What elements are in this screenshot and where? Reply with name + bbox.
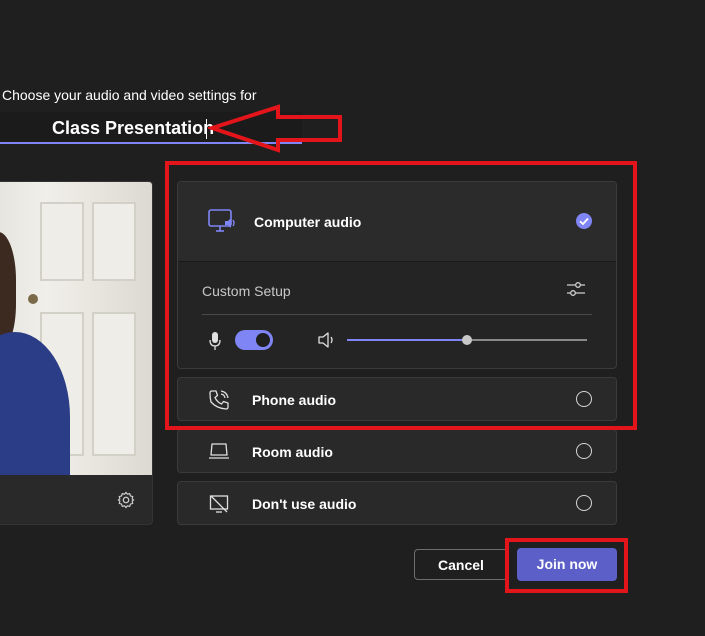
computer-speaker-icon: [208, 209, 235, 232]
no-audio-icon: [209, 495, 229, 513]
room-audio-option[interactable]: Room audio: [177, 429, 617, 473]
cancel-button[interactable]: Cancel: [414, 549, 508, 580]
divider: [202, 314, 592, 315]
computer-audio-label: Computer audio: [254, 214, 362, 230]
sliders-settings-icon[interactable]: [566, 280, 586, 298]
mic-toggle[interactable]: [235, 330, 273, 350]
computer-audio-header[interactable]: Computer audio: [178, 182, 616, 262]
toggle-knob: [256, 333, 270, 347]
no-audio-radio[interactable]: [576, 495, 592, 511]
phone-audio-label: Phone audio: [252, 392, 336, 408]
no-audio-label: Don't use audio: [252, 496, 357, 512]
microphone-icon: [209, 332, 221, 350]
no-audio-option[interactable]: Don't use audio: [177, 481, 617, 525]
video-preview: [0, 181, 153, 525]
room-audio-label: Room audio: [252, 444, 333, 460]
annotation-arrow: [208, 104, 342, 153]
selected-check-icon: [576, 213, 592, 229]
phone-audio-option[interactable]: Phone audio: [177, 377, 617, 421]
meeting-name-text: Class Presentation: [52, 118, 215, 138]
speaker-volume-icon: [318, 332, 333, 348]
phone-audio-radio[interactable]: [576, 391, 592, 407]
computer-audio-option[interactable]: Computer audio Custom Setup: [177, 181, 617, 369]
gear-icon[interactable]: [117, 491, 135, 509]
join-now-button[interactable]: Join now: [517, 548, 617, 581]
volume-slider-fill: [347, 339, 467, 341]
volume-slider-thumb[interactable]: [462, 335, 472, 345]
phone-icon: [209, 390, 229, 410]
room-audio-radio[interactable]: [576, 443, 592, 459]
camera-feed: [0, 182, 152, 475]
prejoin-subtitle: Choose your audio and video settings for: [2, 87, 257, 103]
custom-setup-label: Custom Setup: [202, 283, 291, 299]
text-cursor: [206, 119, 207, 139]
volume-slider[interactable]: [347, 335, 587, 345]
room-device-icon: [209, 443, 229, 459]
